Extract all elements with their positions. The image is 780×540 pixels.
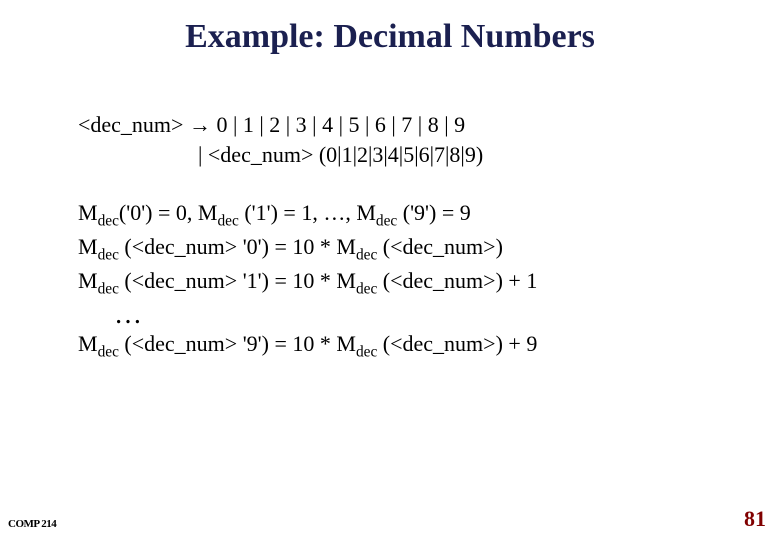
- text: M: [78, 268, 98, 293]
- text: ('1') = 1, …, M: [239, 200, 376, 225]
- text: (<dec_num>) + 1: [377, 268, 537, 293]
- semantics-block: Mdec('0') = 0, Mdec ('1') = 1, …, Mdec (…: [78, 198, 738, 363]
- grammar-block: <dec_num> → 0 | 1 | 2 | 3 | 4 | 5 | 6 | …: [78, 110, 718, 169]
- text: (<dec_num>) + 9: [377, 331, 537, 356]
- text: M: [78, 200, 98, 225]
- subscript: dec: [356, 247, 377, 264]
- subscript: dec: [98, 281, 119, 298]
- subscript: dec: [376, 212, 397, 229]
- footer-course-code: COMP 214: [8, 518, 56, 530]
- subscript: dec: [356, 343, 377, 360]
- semantics-ellipsis: …: [78, 301, 738, 329]
- text: ('0') = 0, M: [119, 200, 218, 225]
- grammar-line-1: <dec_num> → 0 | 1 | 2 | 3 | 4 | 5 | 6 | …: [78, 110, 718, 140]
- subscript: dec: [356, 281, 377, 298]
- text: ('9') = 9: [397, 200, 471, 225]
- text: (<dec_num> '0') = 10 * M: [119, 234, 356, 259]
- slide: Example: Decimal Numbers <dec_num> → 0 |…: [0, 0, 780, 540]
- page-number: 81: [744, 506, 766, 532]
- text: M: [78, 234, 98, 259]
- subscript: dec: [98, 247, 119, 264]
- semantics-line-3: Mdec (<dec_num> '1') = 10 * Mdec (<dec_n…: [78, 266, 738, 300]
- subscript: dec: [98, 212, 119, 229]
- text: M: [78, 331, 98, 356]
- grammar-line-2: | <dec_num> (0|1|2|3|4|5|6|7|8|9): [78, 140, 718, 170]
- text: (<dec_num>): [377, 234, 503, 259]
- semantics-line-1: Mdec('0') = 0, Mdec ('1') = 1, …, Mdec (…: [78, 198, 738, 232]
- semantics-line-2: Mdec (<dec_num> '0') = 10 * Mdec (<dec_n…: [78, 232, 738, 266]
- text: (<dec_num> '1') = 10 * M: [119, 268, 356, 293]
- semantics-line-4: Mdec (<dec_num> '9') = 10 * Mdec (<dec_n…: [78, 329, 738, 363]
- subscript: dec: [98, 343, 119, 360]
- slide-title: Example: Decimal Numbers: [0, 18, 780, 56]
- subscript: dec: [217, 212, 238, 229]
- text: (<dec_num> '9') = 10 * M: [119, 331, 356, 356]
